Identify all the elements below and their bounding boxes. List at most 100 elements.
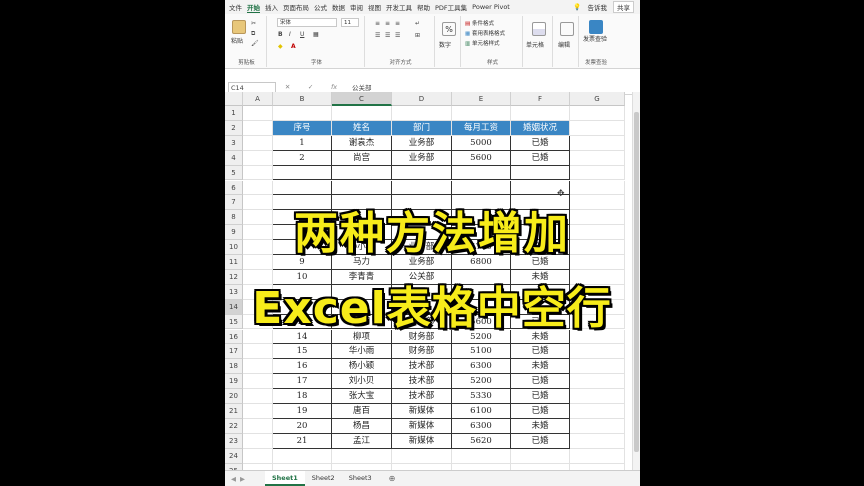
fill-color-icon[interactable]: ◆ xyxy=(278,43,283,50)
italic-button[interactable]: I xyxy=(289,31,291,38)
cell[interactable] xyxy=(570,359,625,375)
cell[interactable] xyxy=(570,404,625,419)
cell[interactable] xyxy=(570,165,625,181)
column-header[interactable]: F xyxy=(511,92,570,106)
cell[interactable] xyxy=(392,165,452,181)
editing-label[interactable]: 编辑 xyxy=(558,40,570,49)
table-format-button[interactable]: ▦ 套用表格格式 xyxy=(465,29,505,37)
row-header[interactable]: 17 xyxy=(225,344,243,360)
cell[interactable]: 唐百 xyxy=(332,404,392,419)
sheet-tab[interactable]: Sheet3 xyxy=(342,471,379,486)
cell[interactable]: 15 xyxy=(273,344,332,360)
column-header[interactable]: A xyxy=(243,92,273,106)
merge-center-icon[interactable]: ⊞ xyxy=(415,32,420,39)
paste-icon[interactable] xyxy=(232,20,246,34)
cell[interactable] xyxy=(570,180,625,196)
cell[interactable] xyxy=(570,106,625,121)
cell[interactable]: 16 xyxy=(273,359,332,375)
cancel-icon[interactable]: ✕ xyxy=(285,83,290,91)
cell[interactable] xyxy=(273,448,332,464)
cell[interactable] xyxy=(452,448,511,464)
font-name-select[interactable]: 宋体 xyxy=(277,18,337,27)
cell[interactable]: 财务部 xyxy=(392,344,452,360)
cell[interactable] xyxy=(243,374,273,390)
cell[interactable]: 已婚 xyxy=(511,135,570,151)
cell[interactable]: 刘小贝 xyxy=(332,374,392,390)
paste-label[interactable]: 粘贴 xyxy=(231,36,243,45)
tell-me-search[interactable]: 告诉我 xyxy=(588,2,608,12)
cells-icon[interactable] xyxy=(532,22,546,36)
cell[interactable] xyxy=(511,448,570,464)
cell[interactable] xyxy=(243,344,273,360)
menu-tab[interactable]: 页面布局 xyxy=(283,2,309,12)
cell[interactable] xyxy=(570,433,625,449)
fx-icon[interactable]: fx xyxy=(331,83,337,91)
row-header[interactable]: 24 xyxy=(225,448,243,464)
row-header[interactable]: 4 xyxy=(225,150,243,166)
menu-tab[interactable]: 视图 xyxy=(368,2,381,12)
cell-styles-button[interactable]: ▥ 单元格样式 xyxy=(465,39,499,47)
row-header[interactable]: 19 xyxy=(225,374,243,390)
wrap-text-icon[interactable]: ↵ xyxy=(415,20,420,27)
cell[interactable] xyxy=(332,106,392,121)
cell[interactable]: 张大宝 xyxy=(332,389,392,404)
cell[interactable] xyxy=(273,180,332,196)
row-header[interactable]: 20 xyxy=(225,389,243,404)
invoice-check-button[interactable]: 发票查验 xyxy=(583,36,607,43)
row-header[interactable]: 22 xyxy=(225,418,243,434)
cell[interactable]: 新媒体 xyxy=(392,404,452,419)
cell[interactable] xyxy=(570,120,625,136)
cell[interactable]: 新媒体 xyxy=(392,433,452,449)
cell[interactable] xyxy=(243,418,273,434)
cell[interactable] xyxy=(243,389,273,404)
cell[interactable]: 1 xyxy=(273,135,332,151)
cell[interactable]: 技术部 xyxy=(392,374,452,390)
cell[interactable]: 已婚 xyxy=(511,404,570,419)
row-header[interactable]: 18 xyxy=(225,359,243,375)
cell[interactable]: 未婚 xyxy=(511,359,570,375)
cell[interactable]: 尚宫 xyxy=(332,150,392,166)
menu-tab[interactable]: 开始 xyxy=(247,2,260,13)
cell[interactable]: 18 xyxy=(273,389,332,404)
font-size-select[interactable]: 11 xyxy=(341,18,359,27)
cell[interactable] xyxy=(332,180,392,196)
border-icon[interactable]: ▦ xyxy=(313,31,319,38)
cell[interactable] xyxy=(570,389,625,404)
cell[interactable] xyxy=(332,165,392,181)
font-color-button[interactable]: A xyxy=(291,43,296,50)
cell[interactable] xyxy=(452,106,511,121)
cell[interactable]: 已婚 xyxy=(511,344,570,360)
cell[interactable]: 孟江 xyxy=(332,433,392,449)
cell[interactable]: 技术部 xyxy=(392,359,452,375)
column-header[interactable]: G xyxy=(570,92,625,106)
cell[interactable]: 华小雨 xyxy=(332,344,392,360)
cell[interactable]: 5100 xyxy=(452,344,511,360)
number-label[interactable]: 数字 xyxy=(439,40,451,49)
cell[interactable] xyxy=(243,135,273,151)
align-right-icon[interactable]: ☰ xyxy=(395,32,400,39)
cell[interactable]: 婚姻状况 xyxy=(511,120,570,136)
cell[interactable]: 2 xyxy=(273,150,332,166)
cell[interactable] xyxy=(243,150,273,166)
invoice-check-icon[interactable] xyxy=(589,20,603,34)
cell[interactable]: 序号 xyxy=(273,120,332,136)
bold-button[interactable]: B xyxy=(278,31,283,38)
cell[interactable] xyxy=(243,404,273,419)
sheet-nav-arrows[interactable]: ◀▶ xyxy=(225,475,265,483)
menu-tab[interactable]: Power Pivot xyxy=(472,3,510,11)
format-painter-icon[interactable]: 🖌 xyxy=(251,40,259,47)
cell[interactable]: 谢袁杰 xyxy=(332,135,392,151)
sheet-tab[interactable]: Sheet2 xyxy=(305,471,342,486)
cell[interactable]: 17 xyxy=(273,374,332,390)
align-left-icon[interactable]: ☰ xyxy=(375,32,380,39)
cell[interactable]: 已婚 xyxy=(511,433,570,449)
column-header[interactable]: C xyxy=(332,92,392,106)
row-header[interactable]: 23 xyxy=(225,433,243,449)
cell[interactable]: 6100 xyxy=(452,404,511,419)
cell[interactable] xyxy=(243,433,273,449)
cell[interactable]: 已婚 xyxy=(511,374,570,390)
cell[interactable]: 技术部 xyxy=(392,389,452,404)
cell[interactable]: 5330 xyxy=(452,389,511,404)
cell[interactable] xyxy=(243,448,273,464)
menu-tab[interactable]: 文件 xyxy=(229,2,242,12)
